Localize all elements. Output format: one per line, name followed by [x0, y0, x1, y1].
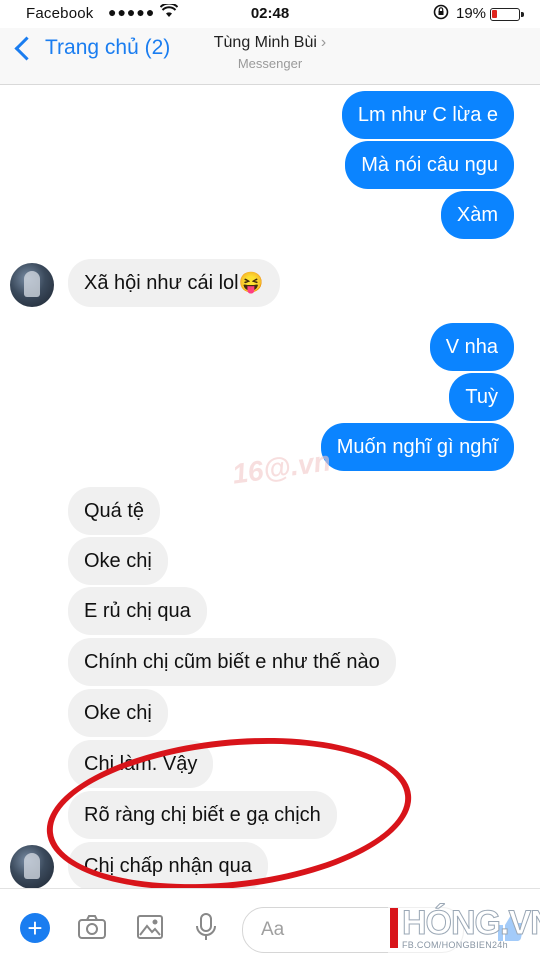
conversation-subtitle: Messenger: [237, 56, 303, 71]
status-bar: Facebook ●●●●● 02:48 19%: [0, 0, 540, 28]
conversation-header: Trang chủ (2) Tùng Minh Bùi › Messenger: [0, 28, 540, 85]
brand-watermark-name: HÓNG.VN: [402, 904, 540, 943]
message-bubble-outgoing[interactable]: V nha: [429, 323, 514, 371]
message-bubble-incoming[interactable]: Oke chị: [68, 537, 168, 585]
contact-avatar[interactable]: [10, 845, 54, 889]
message-bubble-outgoing[interactable]: Mà nói câu ngu: [345, 141, 514, 189]
camera-icon[interactable]: [76, 911, 108, 943]
contact-name-button[interactable]: Tùng Minh Bùi ›: [0, 34, 540, 52]
message-bubble-incoming[interactable]: Quá tệ: [68, 487, 161, 535]
battery-percent: 19%: [456, 5, 487, 22]
brand-watermark-url: FB.COM/HONGBIEN24h: [402, 940, 508, 950]
contact-avatar[interactable]: [10, 263, 54, 307]
message-bubble-outgoing[interactable]: Muốn nghĩ gì nghĩ: [320, 423, 514, 471]
message-bubble-incoming[interactable]: E rủ chị qua: [68, 587, 207, 635]
message-bubble-incoming[interactable]: Rõ ràng chị biết e gạ chịch: [68, 791, 337, 839]
rotation-lock-icon: [433, 4, 449, 23]
battery-icon: [490, 8, 524, 21]
brand-watermark: HÓNG.VN FB.COM/HONGBIEN24h: [388, 898, 540, 960]
plus-icon[interactable]: +: [20, 913, 50, 943]
message-bubble-incoming[interactable]: Xã hội như cái lol😝: [68, 259, 280, 307]
message-bubble-outgoing[interactable]: Lm như C lừa e: [341, 91, 514, 139]
message-bubble-outgoing[interactable]: Xàm: [440, 191, 514, 239]
message-bubble-incoming[interactable]: Chính chị cũm biết e như thế nào: [68, 638, 396, 686]
message-bubble-incoming[interactable]: Chị làm. Vậy: [68, 740, 214, 788]
message-bubble-outgoing[interactable]: Tuỳ: [449, 373, 514, 421]
gallery-icon[interactable]: [134, 911, 166, 943]
chevron-right-icon: ›: [320, 34, 327, 51]
contact-name: Tùng Minh Bùi: [213, 34, 317, 51]
message-input-placeholder: Aa: [261, 919, 285, 940]
message-bubble-incoming[interactable]: Oke chị: [68, 689, 168, 737]
microphone-icon[interactable]: [190, 911, 222, 943]
message-bubble-incoming[interactable]: Chị chấp nhận qua: [68, 842, 268, 890]
